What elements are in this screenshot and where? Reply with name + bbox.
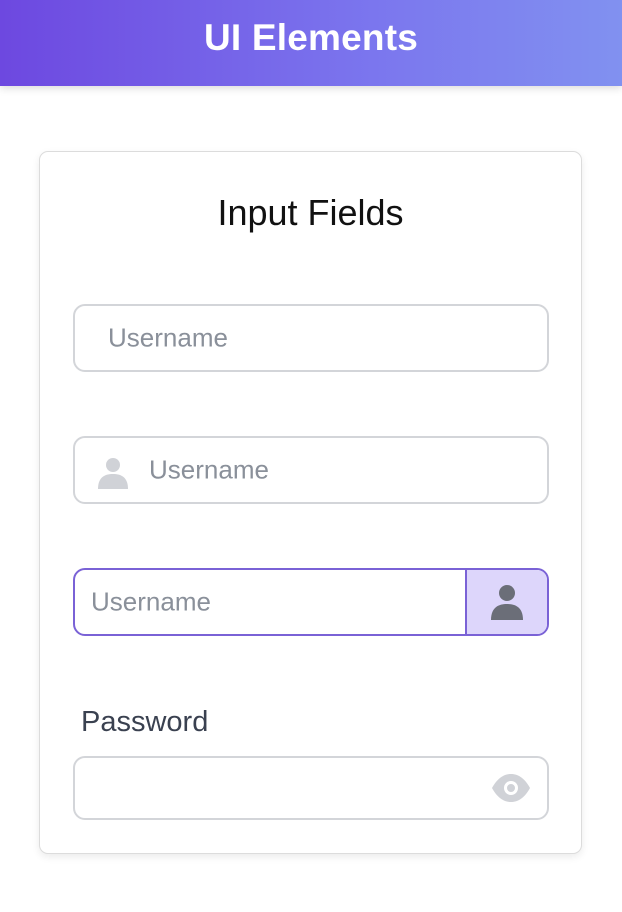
- card-title: Input Fields: [217, 192, 404, 233]
- user-icon: [491, 585, 523, 620]
- user-addon[interactable]: [465, 570, 547, 634]
- user-icon: [96, 455, 130, 489]
- eye-icon[interactable]: [491, 772, 531, 804]
- username-input[interactable]: Username: [73, 304, 549, 372]
- username-placeholder: Username: [108, 322, 228, 353]
- input-fields-card: Input Fields Username Username Username …: [39, 151, 582, 854]
- username-input-with-icon[interactable]: Username: [73, 436, 549, 504]
- username-placeholder: Username: [149, 454, 269, 485]
- username-placeholder: Username: [91, 586, 211, 617]
- password-field[interactable]: [73, 756, 549, 820]
- username-input-with-addon[interactable]: Username: [73, 568, 549, 636]
- password-label: Password: [81, 706, 209, 738]
- app-header: UI Elements: [0, 0, 622, 86]
- page-title: UI Elements: [204, 17, 418, 58]
